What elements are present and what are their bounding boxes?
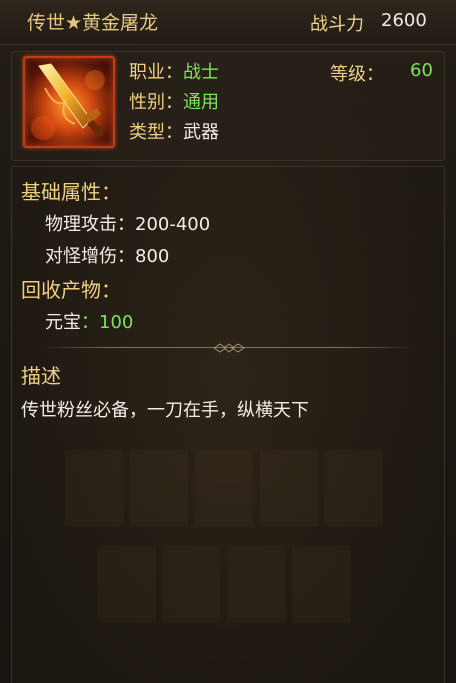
type-label: 类型：	[129, 122, 183, 143]
level-row: 等级：	[330, 60, 384, 86]
level-value: 60	[410, 60, 433, 81]
item-tooltip: ▇▇▇▇▇ ▇▇▇▇ 传世★黄金屠龙 战斗力 2600 职业：战士 等级： 60…	[0, 0, 456, 683]
level-label: 等级：	[330, 64, 384, 85]
combat-power-label: 战斗力	[310, 14, 364, 35]
monster-damage-stat: 对怪增伤：800	[45, 246, 170, 267]
type-value: 武器	[183, 122, 219, 143]
recycle-title: 回收产物：	[21, 278, 121, 302]
combat-power-value: 2600	[381, 10, 427, 31]
gender-row: 性别：通用	[129, 88, 219, 114]
base-attributes-title: 基础属性：	[21, 180, 121, 204]
item-title: 传世★黄金屠龙	[27, 12, 159, 34]
class-label: 职业：	[129, 62, 183, 83]
gender-label: 性别：	[129, 92, 183, 113]
divider-ornament	[213, 343, 245, 353]
golden-dragon-slayer-blade-icon	[23, 56, 115, 148]
class-value: 战士	[183, 62, 219, 83]
yuanbao-value: ：100	[81, 312, 134, 333]
type-row: 类型：武器	[129, 118, 219, 144]
gender-value: 通用	[183, 92, 219, 113]
tooltip-header: 传世★黄金屠龙 战斗力 2600	[0, 0, 456, 45]
class-row: 职业：战士	[129, 58, 219, 84]
description-text: 传世粉丝必备，一刀在手，纵横天下	[21, 400, 309, 421]
yuanbao-label: 元宝	[45, 312, 81, 333]
description-title: 描述	[21, 364, 61, 388]
yuanbao-row: 元宝：100	[45, 308, 133, 334]
physical-attack-stat: 物理攻击：200-400	[45, 214, 211, 235]
